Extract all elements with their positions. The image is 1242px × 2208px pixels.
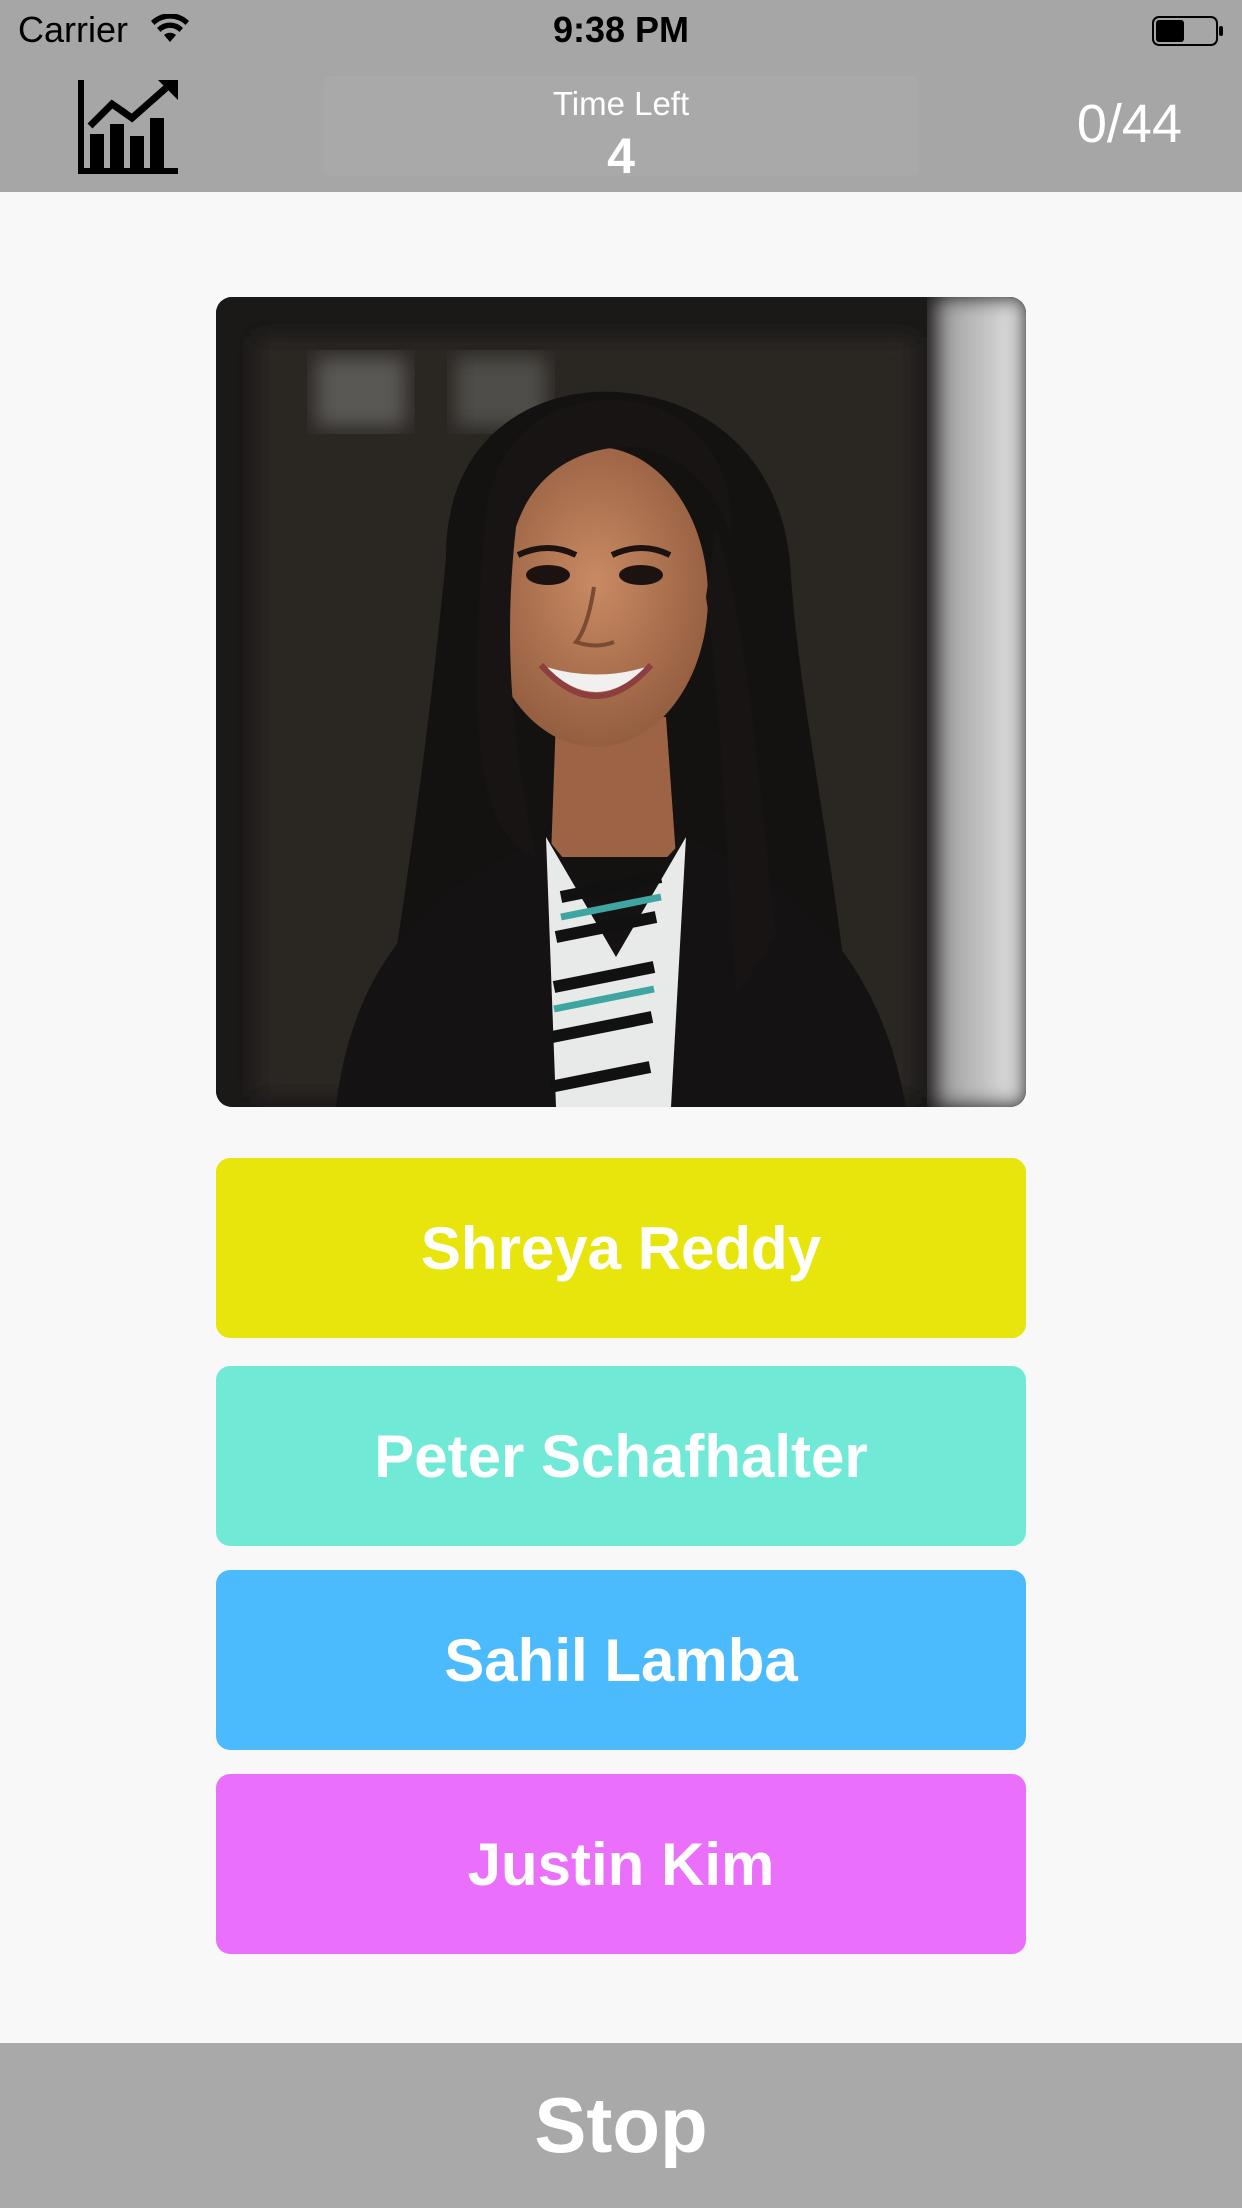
answer-label: Sahil Lamba bbox=[444, 1626, 798, 1694]
stop-label: Stop bbox=[534, 2081, 708, 2169]
answer-button-2[interactable]: Peter Schafhalter bbox=[216, 1366, 1026, 1546]
answer-button-3[interactable]: Sahil Lamba bbox=[216, 1570, 1026, 1750]
portrait-photo bbox=[216, 297, 1026, 1107]
status-bar: Carrier 9:38 PM bbox=[0, 0, 1242, 60]
top-chrome: Carrier 9:38 PM Time Left 4 0/44 bbox=[0, 0, 1242, 192]
battery-icon bbox=[1152, 16, 1223, 46]
timer-label: Time Left bbox=[552, 85, 690, 122]
timer-value: 4 bbox=[607, 128, 635, 184]
answer-label: Peter Schafhalter bbox=[374, 1422, 868, 1490]
nav-bar: Time Left 4 0/44 bbox=[0, 60, 1242, 192]
answer-label: Justin Kim bbox=[467, 1830, 775, 1898]
answer-button-1[interactable]: Shreya Reddy bbox=[216, 1158, 1026, 1338]
stats-button[interactable] bbox=[70, 78, 182, 178]
bar-chart-trend-icon bbox=[78, 80, 178, 174]
answer-label: Shreya Reddy bbox=[420, 1214, 822, 1282]
status-time: 9:38 PM bbox=[552, 9, 690, 50]
score-counter: 0/44 bbox=[1076, 94, 1182, 154]
timer-box: Time Left 4 bbox=[324, 76, 918, 184]
answer-button-4[interactable]: Justin Kim bbox=[216, 1774, 1026, 1954]
stop-button[interactable]: Stop bbox=[0, 2043, 1242, 2208]
